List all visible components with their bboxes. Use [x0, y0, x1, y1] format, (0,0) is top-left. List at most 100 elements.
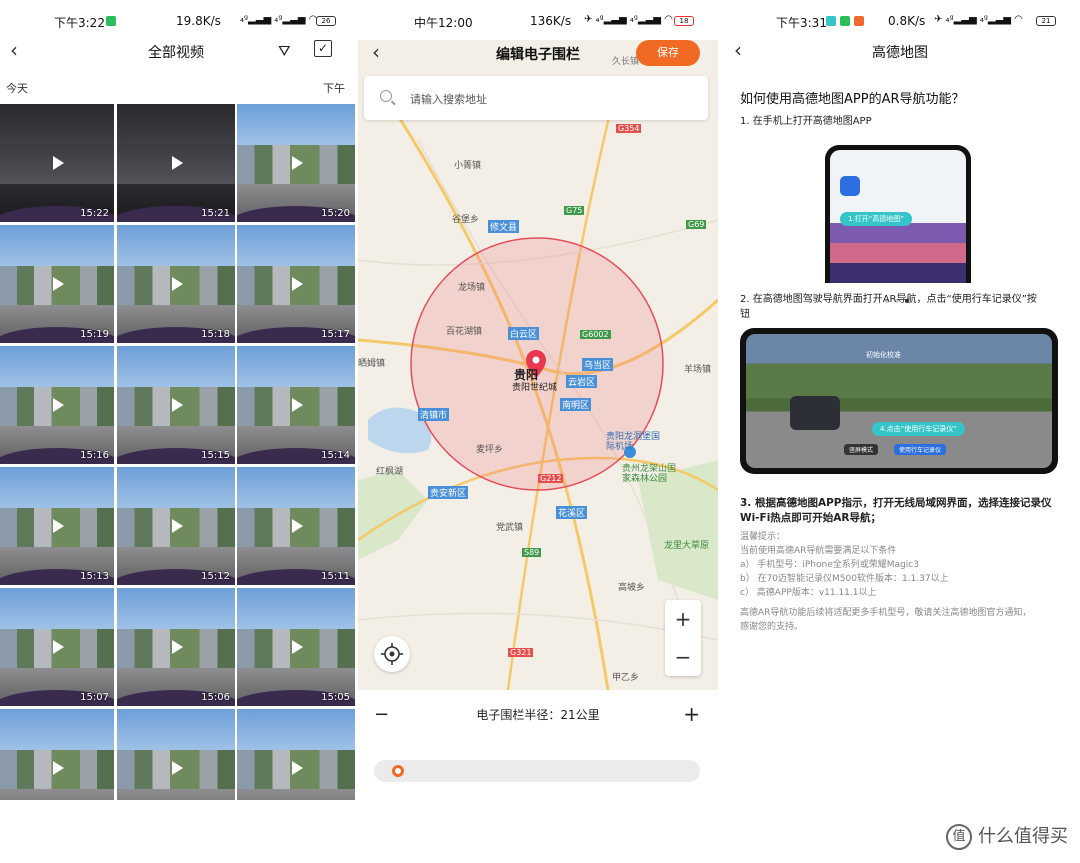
video-thumbnail[interactable]: 15:16	[0, 346, 114, 464]
radius-label: 电子围栏半径：21公里	[476, 708, 600, 722]
status-time: 下午3:31	[776, 16, 827, 30]
zoom-out-button[interactable]: −	[665, 638, 701, 676]
green-area	[358, 470, 428, 560]
geofence-screen: 贵阳 贵阳世纪城 白云区 乌当区 云岩区 南明区 清镇市 花溪区 贵安新区 修文…	[358, 0, 718, 800]
video-timestamp: 15:05	[321, 692, 350, 703]
video-timestamp: 15:14	[321, 450, 350, 461]
battery-icon: 26	[316, 16, 336, 26]
footer-line-2: 感谢您的支持。	[740, 622, 804, 632]
step-2-line-1: 2. 在高德地图驾驶导航界面打开AR导航，点击“使用行车记录仪”按	[740, 294, 1037, 305]
video-thumbnail[interactable]: 15:21	[117, 104, 235, 222]
play-icon	[53, 640, 64, 654]
play-icon	[292, 761, 303, 775]
video-thumbnail[interactable]: 15:07	[0, 588, 114, 706]
video-thumbnail[interactable]	[237, 709, 355, 800]
video-thumbnail[interactable]: 15:20	[237, 104, 355, 222]
map-canvas	[358, 79, 718, 690]
video-thumbnail[interactable]: 15:05	[237, 588, 355, 706]
map-label-huaxi: 花溪区	[556, 506, 588, 519]
locate-button[interactable]	[374, 636, 410, 672]
minor-road	[358, 612, 718, 641]
app-notification-icon	[106, 16, 116, 26]
map-label-wudang: 乌当区	[582, 358, 614, 371]
back-button[interactable]: ‹	[372, 42, 380, 62]
map-view[interactable]: 贵阳 贵阳世纪城 白云区 乌当区 云岩区 南明区 清镇市 花溪区 贵安新区 修文…	[358, 40, 718, 690]
footer-line-1: 高德AR导航功能后续将适配更多手机型号，敬请关注高德地图官方通知，	[740, 608, 1032, 618]
search-bar[interactable]: 请输入搜索地址	[364, 76, 708, 120]
page-title: 高德地图	[872, 45, 928, 61]
play-icon	[172, 398, 183, 412]
tip-line: 温馨提示：	[740, 532, 786, 542]
step-3-line-1: 3. 根据高德地图APP指示，打开无线局域网界面，选择连接记录仪	[740, 497, 1052, 509]
pin-center	[532, 356, 540, 364]
play-icon	[292, 519, 303, 533]
save-button[interactable]: 保存	[636, 40, 700, 66]
video-thumbnail[interactable]: 15:14	[237, 346, 355, 464]
tip-line: c） 高德APP版本：v11.11.1以上	[740, 588, 877, 598]
car-image	[790, 396, 840, 430]
road-badge: S89	[522, 548, 542, 557]
phone-screen: 1.打开“高德地图”	[830, 150, 966, 283]
back-button[interactable]: ‹	[734, 40, 742, 60]
day-label: 今天	[6, 82, 28, 95]
video-timestamp: 15:18	[201, 329, 230, 340]
video-timestamp: 15:11	[321, 571, 350, 582]
map-label-center: 贵阳世纪城	[512, 383, 558, 393]
page-title: 编辑电子围栏	[496, 47, 580, 63]
back-button[interactable]: ‹	[10, 40, 18, 60]
video-thumbnail[interactable]: 15:15	[117, 346, 235, 464]
video-timestamp: 15:22	[80, 208, 109, 219]
play-icon	[172, 640, 183, 654]
thumb-road	[0, 789, 114, 800]
select-icon[interactable]: ✓	[314, 40, 332, 57]
video-thumbnail[interactable]: 15:06	[117, 588, 235, 706]
video-thumbnail[interactable]: 15:19	[0, 225, 114, 343]
play-icon	[53, 156, 64, 170]
phone-illustration-2: 初始化校准 4.点击“使用行车记录仪” 竖屏模式 使用行车记录仪	[740, 328, 1058, 474]
tip-line: b） 在70迈智能记录仪M500软件版本：1.1.37以上	[740, 574, 949, 584]
video-timestamp: 15:19	[80, 329, 109, 340]
play-icon	[53, 277, 64, 291]
init-calibration-label: 初始化校准	[866, 351, 901, 359]
map-label-mai: 麦坪乡	[476, 445, 504, 455]
radius-row: − 电子围栏半径：21公里 +	[358, 702, 718, 726]
video-thumbnail[interactable]: 15:22	[0, 104, 114, 222]
slider-handle[interactable]	[392, 765, 405, 777]
radius-slider[interactable]	[374, 760, 700, 782]
thumb-road	[237, 789, 355, 800]
watermark-text: 什么值得买	[978, 826, 1068, 847]
search-input[interactable]: 请输入搜索地址	[410, 91, 487, 107]
tip-line: a） 手机型号：iPhone全系列或荣耀Magic3	[740, 560, 919, 570]
video-thumbnail[interactable]: 15:11	[237, 467, 355, 585]
video-thumbnail[interactable]	[0, 709, 114, 800]
video-thumbnail[interactable]: 15:17	[237, 225, 355, 343]
radius-increase-button[interactable]: +	[683, 702, 700, 726]
play-icon	[53, 761, 64, 775]
map-label-qingzhen: 清镇市	[418, 408, 450, 421]
map-label-hongfeng: 红枫湖	[376, 467, 404, 477]
radius-decrease-button[interactable]: −	[374, 704, 389, 725]
map-label-nanming: 南明区	[560, 398, 592, 411]
zoom-in-button[interactable]: +	[665, 600, 701, 638]
signal-icon: ✈ ₄ᵍ▂▃▅ ₄ᵍ▂▃▅ ◠	[584, 14, 673, 25]
video-thumbnail[interactable]	[117, 709, 235, 800]
video-thumbnail[interactable]: 15:12	[117, 467, 235, 585]
period-label: 下午	[323, 82, 345, 95]
step-2-line-2: 钮	[740, 309, 750, 320]
portrait-mode-button: 竖屏模式	[844, 444, 879, 455]
video-thumbnail[interactable]: 15:18	[117, 225, 235, 343]
filter-icon[interactable]: ⛛	[278, 42, 291, 60]
battery-icon: 18	[674, 16, 694, 26]
battery-icon: 21	[1036, 16, 1056, 26]
step-pill: 1.打开“高德地图”	[840, 212, 912, 226]
status-time: 下午3:22	[54, 16, 105, 30]
road-badge: G321	[508, 648, 534, 657]
video-timestamp: 15:07	[80, 692, 109, 703]
video-thumbnail[interactable]: 15:13	[0, 467, 114, 585]
play-icon	[172, 519, 183, 533]
map-label-jiaju: 甲乙乡	[612, 673, 640, 683]
map-label-airport: 贵阳龙洞堡国际机场	[606, 432, 661, 452]
guide-question: 如何使用高德地图APP的AR导航功能？	[740, 92, 965, 107]
search-icon	[380, 90, 392, 102]
amap-guide-screen: 下午3:31 0.8K/s ✈ ₄ᵍ▂▃▅ ₄ᵍ▂▃▅ ◠ 21 ‹ 高德地图 …	[722, 0, 1080, 800]
